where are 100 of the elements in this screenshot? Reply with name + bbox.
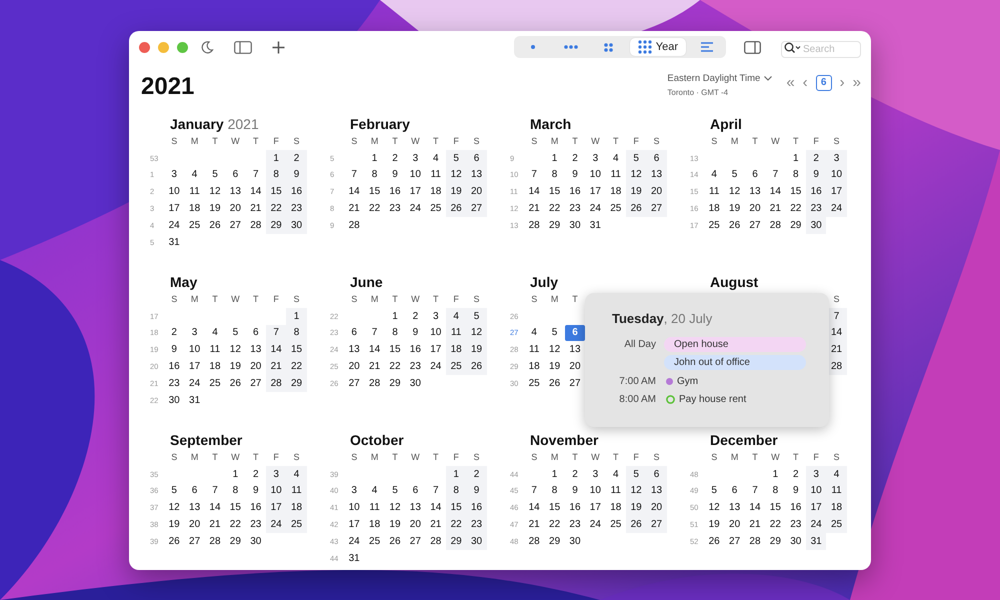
calendar-date[interactable]: 7 (524, 482, 544, 500)
calendar-date[interactable]: 30 (405, 374, 426, 392)
first-button[interactable]: « (786, 76, 795, 90)
calendar-date[interactable]: 28 (246, 216, 266, 234)
calendar-date[interactable]: 19 (724, 200, 745, 217)
calendar-date[interactable]: 13 (564, 341, 586, 358)
today-date[interactable]: 6 (564, 324, 586, 342)
calendar-date[interactable]: 22 (544, 200, 565, 217)
calendar-date[interactable]: 24 (184, 374, 205, 392)
calendar-date[interactable]: 20 (184, 516, 205, 533)
calendar-date[interactable]: 4 (184, 166, 205, 184)
calendar-date[interactable]: 24 (266, 516, 286, 533)
calendar-date[interactable]: 25 (184, 216, 205, 234)
calendar-date[interactable]: 8 (786, 166, 806, 184)
calendar-date[interactable]: 12 (204, 183, 226, 200)
calendar-date[interactable]: 11 (446, 324, 466, 342)
calendar-date[interactable]: 17 (344, 516, 364, 533)
calendar-date[interactable]: 13 (344, 341, 364, 358)
calendar-date[interactable]: 4 (426, 150, 446, 167)
calendar-date[interactable]: 9 (405, 324, 426, 342)
today-button[interactable]: 6 (816, 75, 832, 91)
calendar-date[interactable]: 10 (826, 166, 847, 184)
event-title[interactable]: Gym (677, 376, 698, 387)
add-button[interactable] (270, 38, 287, 56)
calendar-date[interactable]: 29 (786, 216, 806, 234)
calendar-date[interactable]: 11 (204, 341, 226, 358)
calendar-date[interactable]: 10 (806, 482, 826, 500)
calendar-date[interactable]: 21 (204, 516, 226, 533)
calendar-date[interactable]: 28 (765, 216, 786, 234)
calendar-date[interactable]: 4 (286, 466, 307, 483)
calendar-date[interactable]: 13 (646, 166, 667, 184)
calendar-date[interactable]: 4 (606, 150, 626, 167)
calendar-date[interactable]: 5 (626, 466, 646, 483)
calendar-date[interactable]: 17 (426, 341, 446, 358)
calendar-date[interactable]: 18 (364, 516, 385, 533)
calendar-date[interactable]: 25 (364, 532, 385, 550)
calendar-date[interactable]: 21 (524, 200, 544, 217)
calendar-date[interactable]: 4 (204, 324, 226, 342)
calendar-date[interactable]: 12 (466, 324, 487, 342)
sidebar-button[interactable] (232, 38, 254, 56)
calendar-date[interactable]: 5 (724, 166, 745, 184)
calendar-date[interactable]: 3 (266, 466, 286, 483)
calendar-date[interactable]: 21 (246, 200, 266, 217)
calendar-date[interactable]: 18 (184, 200, 205, 217)
calendar-date[interactable]: 8 (384, 324, 406, 342)
calendar-date[interactable]: 16 (384, 183, 406, 200)
calendar-date[interactable]: 14 (344, 183, 364, 200)
calendar-date[interactable]: 23 (806, 200, 826, 217)
calendar-date[interactable]: 11 (184, 183, 205, 200)
calendar-date[interactable]: 7 (364, 324, 385, 342)
calendar-date[interactable]: 5 (466, 308, 487, 325)
calendar-date[interactable]: 18 (286, 499, 307, 516)
calendar-date[interactable]: 8 (544, 166, 565, 184)
calendar-date[interactable]: 13 (184, 499, 205, 516)
calendar-date[interactable]: 12 (384, 499, 406, 516)
calendar-date[interactable]: 11 (606, 482, 626, 500)
calendar-date[interactable]: 7 (426, 482, 446, 500)
calendar-date[interactable]: 22 (225, 516, 246, 533)
calendar-date[interactable]: 27 (564, 374, 586, 392)
calendar-date[interactable]: 18 (426, 183, 446, 200)
calendar-date[interactable]: 21 (344, 200, 364, 217)
calendar-date[interactable]: 9 (246, 482, 266, 500)
calendar-date[interactable]: 19 (544, 358, 565, 375)
calendar-date[interactable]: 25 (286, 516, 307, 533)
calendar-date[interactable]: 29 (384, 374, 406, 392)
calendar-date[interactable]: 21 (426, 516, 446, 533)
calendar-date[interactable]: 13 (405, 499, 426, 516)
calendar-date[interactable]: 17 (266, 499, 286, 516)
calendar-date[interactable]: 13 (724, 499, 745, 516)
timezone-dropdown[interactable]: Eastern Daylight Time (667, 73, 772, 84)
calendar-date[interactable]: 28 (426, 532, 446, 550)
calendar-date[interactable]: 31 (184, 392, 205, 409)
calendar-date[interactable]: 27 (225, 216, 246, 234)
calendar-date[interactable]: 6 (466, 150, 487, 167)
calendar-date[interactable]: 11 (704, 183, 724, 200)
calendar-date[interactable]: 27 (344, 374, 364, 392)
calendar-date[interactable]: 26 (225, 374, 246, 392)
calendar-date[interactable]: 27 (646, 516, 667, 533)
calendar-date[interactable]: 15 (286, 341, 307, 358)
calendar-date[interactable]: 15 (364, 183, 385, 200)
calendar-date[interactable]: 3 (826, 150, 847, 167)
calendar-date[interactable]: 22 (266, 200, 286, 217)
calendar-date[interactable]: 3 (184, 324, 205, 342)
calendar-date[interactable]: 19 (384, 516, 406, 533)
calendar-date[interactable]: 8 (225, 482, 246, 500)
calendar-date[interactable]: 6 (225, 166, 246, 184)
calendar-date[interactable]: 1 (384, 308, 406, 325)
calendar-date[interactable]: 2 (286, 150, 307, 167)
calendar-date[interactable]: 2 (786, 466, 806, 483)
calendar-date[interactable]: 5 (225, 324, 246, 342)
calendar-date[interactable]: 20 (724, 516, 745, 533)
calendar-date[interactable]: 30 (564, 532, 586, 550)
calendar-date[interactable]: 29 (765, 532, 786, 550)
calendar-date[interactable]: 24 (585, 200, 606, 217)
calendar-date[interactable]: 20 (466, 183, 487, 200)
calendar-date[interactable]: 30 (564, 216, 586, 234)
calendar-date[interactable]: 3 (405, 150, 426, 167)
calendar-date[interactable]: 16 (466, 499, 487, 516)
calendar-date[interactable]: 18 (606, 183, 626, 200)
calendar-date[interactable]: 8 (286, 324, 307, 342)
